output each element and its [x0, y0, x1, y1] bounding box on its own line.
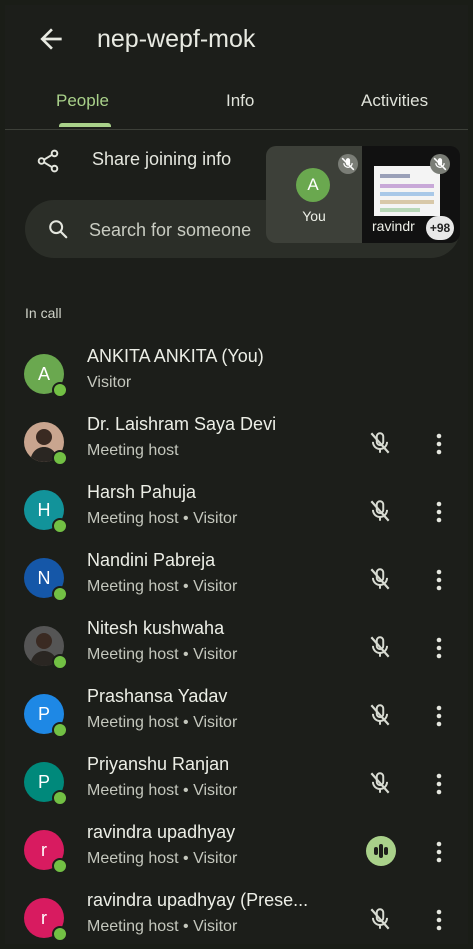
more-options-icon[interactable] [431, 772, 447, 796]
tab-people[interactable]: People [56, 91, 109, 111]
meeting-code-title: nep-wepf-mok [97, 25, 256, 53]
participant-name: Priyanshu Ranjan [87, 754, 230, 774]
muted-mic-icon [430, 154, 450, 174]
participant-name: Harsh Pahuja [87, 482, 197, 502]
online-status-dot [52, 382, 68, 398]
share-joining-info-button[interactable]: Share joining info [92, 149, 231, 170]
muted-mic-icon[interactable] [367, 906, 393, 932]
participant-role: Meeting host • Visitor [87, 646, 238, 663]
participant-row[interactable]: A ANKITA ANKITA (You) Visitor [5, 340, 468, 408]
online-status-dot [52, 518, 68, 534]
participant-role: Meeting host • Visitor [87, 918, 238, 935]
muted-mic-icon[interactable] [367, 702, 393, 728]
muted-mic-icon [338, 154, 358, 174]
participant-name: ravindra upadhyay (Prese... [87, 890, 309, 910]
tab-info[interactable]: Info [226, 91, 254, 111]
more-options-icon[interactable] [431, 908, 447, 932]
presenter-tile-label: ravindr [372, 218, 415, 234]
participant-role: Meeting host • Visitor [87, 578, 238, 595]
self-tile-label: You [302, 208, 326, 224]
online-status-dot [52, 926, 68, 942]
online-status-dot [52, 586, 68, 602]
more-options-icon[interactable] [431, 500, 447, 524]
muted-mic-icon[interactable] [367, 430, 393, 456]
online-status-dot [52, 722, 68, 738]
online-status-dot [52, 790, 68, 806]
self-avatar: A [296, 168, 330, 202]
participant-row[interactable]: N Nandini Pabreja Meeting host • Visitor [5, 544, 468, 612]
self-video-tile[interactable]: A You [266, 146, 362, 243]
muted-mic-icon[interactable] [367, 566, 393, 592]
participant-role: Visitor [87, 374, 132, 391]
tab-bar: People Info Activities [5, 75, 468, 130]
online-status-dot [52, 858, 68, 874]
more-options-icon[interactable] [431, 704, 447, 728]
presentation-tile[interactable]: ravindr +98 [362, 146, 460, 243]
participant-row[interactable]: P Priyanshu Ranjan Meeting host • Visitor [5, 748, 468, 816]
participant-name: ravindra upadhyay [87, 822, 236, 842]
speaking-indicator-icon [366, 836, 396, 866]
muted-mic-icon[interactable] [367, 634, 393, 660]
muted-mic-icon[interactable] [367, 770, 393, 796]
share-icon[interactable] [35, 147, 61, 175]
participant-row[interactable]: Dr. Laishram Saya Devi Meeting host [5, 408, 468, 476]
header: nep-wepf-mok [5, 5, 468, 75]
participant-row[interactable]: r ravindra upadhyay Meeting host • Visitor [5, 816, 468, 884]
more-options-icon[interactable] [431, 636, 447, 660]
participant-name: Dr. Laishram Saya Devi [87, 414, 277, 434]
participant-name: Prashansa Yadav [87, 686, 228, 706]
muted-mic-icon[interactable] [367, 498, 393, 524]
participant-name: Nandini Pabreja [87, 550, 216, 570]
participant-role: Meeting host [87, 442, 179, 459]
meeting-people-screen: nep-wepf-mok People Info Activities Shar… [5, 5, 468, 944]
online-status-dot [52, 450, 68, 466]
participant-name: Nitesh kushwaha [87, 618, 225, 638]
participant-row[interactable]: r ravindra upadhyay (Prese... Meeting host… [5, 884, 468, 944]
participant-role: Meeting host • Visitor [87, 510, 238, 527]
section-heading-in-call: In call [25, 305, 62, 321]
floating-video-tiles[interactable]: A You ravindr +98 [266, 146, 460, 243]
participant-role: Meeting host • Visitor [87, 850, 238, 867]
search-icon [49, 220, 68, 239]
back-arrow-icon[interactable] [35, 23, 67, 55]
participant-role: Meeting host • Visitor [87, 782, 238, 799]
active-tab-indicator [59, 123, 111, 127]
participant-row[interactable]: P Prashansa Yadav Meeting host • Visitor [5, 680, 468, 748]
more-options-icon[interactable] [431, 432, 447, 456]
tab-activities[interactable]: Activities [361, 91, 428, 111]
participant-row[interactable]: H Harsh Pahuja Meeting host • Visitor [5, 476, 468, 544]
more-participants-badge: +98 [426, 216, 454, 240]
participant-role: Meeting host • Visitor [87, 714, 238, 731]
online-status-dot [52, 654, 68, 670]
more-options-icon[interactable] [431, 568, 447, 592]
participant-row[interactable]: Nitesh kushwaha Meeting host • Visitor [5, 612, 468, 680]
more-options-icon[interactable] [431, 840, 447, 864]
participant-name: ANKITA ANKITA (You) [87, 346, 264, 366]
